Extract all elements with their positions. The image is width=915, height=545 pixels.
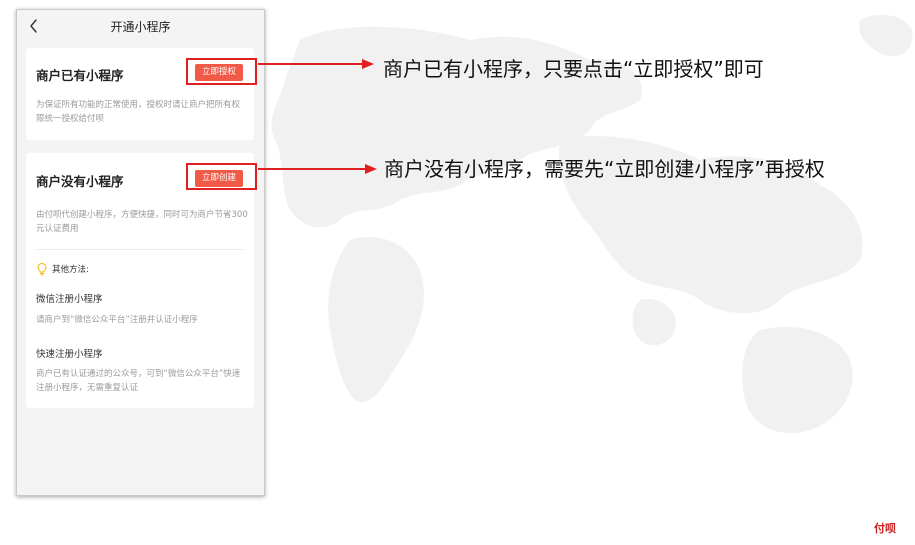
card-description: 为保证所有功能的正常使用，授权时请让商户把所有权限统一授权给付呗 bbox=[36, 100, 241, 124]
nav-bar: 开通小程序 bbox=[17, 10, 264, 42]
method-description: 请商户到“微信公众平台”注册并认证小程序 bbox=[36, 315, 198, 325]
method-title: 微信注册小程序 bbox=[36, 294, 103, 305]
arrow-right-icon bbox=[258, 164, 377, 174]
card-title: 商户没有小程序 bbox=[36, 174, 124, 189]
brand-logo: 付呗 bbox=[874, 522, 896, 535]
method-description: 商户已有认证通过的公众号，可到“微信公众平台”快速注册小程序，无需重复认证 bbox=[36, 369, 241, 393]
authorize-button-highlight bbox=[186, 58, 257, 85]
method-title: 快速注册小程序 bbox=[36, 349, 103, 360]
arrow-right-icon bbox=[258, 59, 374, 69]
divider bbox=[36, 249, 244, 250]
annotation-create: 商户没有小程序，需要先“立即创建小程序”再授权 bbox=[384, 157, 825, 181]
card-description: 由付呗代创建小程序，方便快捷，同时可为商户节省300元认证费用 bbox=[36, 210, 248, 234]
annotation-existing: 商户已有小程序，只要点击“立即授权”即可 bbox=[383, 57, 764, 81]
card-title: 商户已有小程序 bbox=[36, 68, 124, 83]
create-button-highlight bbox=[186, 163, 257, 190]
other-methods-label: 其他方法: bbox=[52, 265, 89, 275]
page-title: 开通小程序 bbox=[110, 20, 171, 34]
lightbulb-icon bbox=[37, 262, 47, 276]
create-mini-program-card: 商户没有小程序 立即创建 由付呗代创建小程序，方便快捷，同时可为商户节省300元… bbox=[26, 153, 254, 408]
